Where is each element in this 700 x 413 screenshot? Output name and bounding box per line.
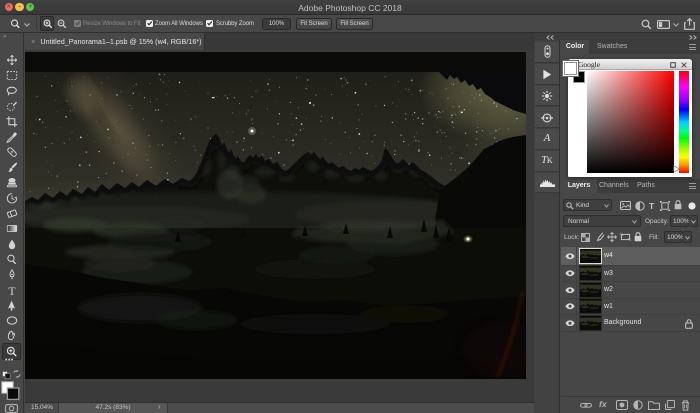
svg-text:T: T (8, 285, 15, 296)
